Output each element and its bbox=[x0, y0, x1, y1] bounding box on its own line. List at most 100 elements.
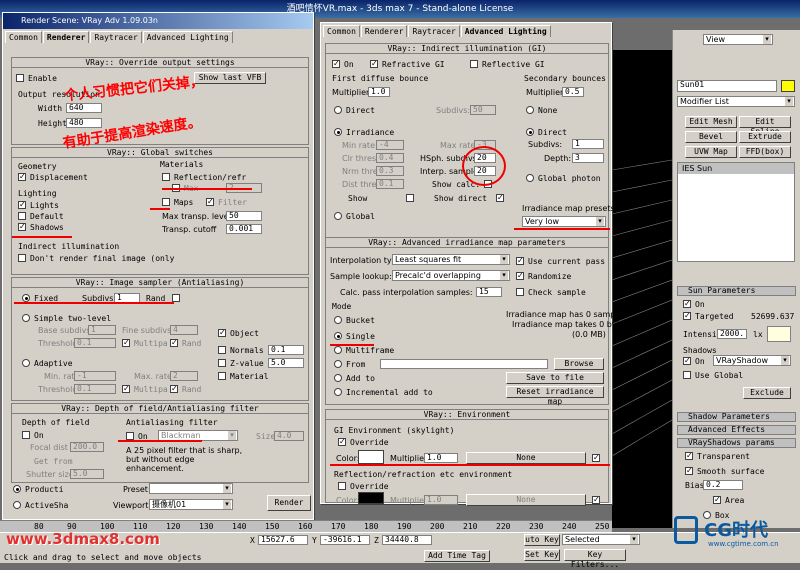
global-radio[interactable] bbox=[334, 212, 342, 220]
bevel-button[interactable]: Bevel bbox=[685, 131, 737, 143]
normals-field[interactable]: 0.1 bbox=[268, 345, 304, 355]
exclude-button[interactable]: Exclude bbox=[743, 387, 791, 399]
save-to-file-button[interactable]: Save to file bbox=[506, 372, 604, 384]
multiframe-radio[interactable] bbox=[334, 346, 342, 354]
gi-map-checkbox[interactable]: ✓ bbox=[592, 454, 600, 462]
direct2-radio[interactable] bbox=[526, 128, 534, 136]
dont-render-checkbox[interactable] bbox=[18, 254, 26, 262]
direct-subdivs-field[interactable]: 50 bbox=[470, 105, 496, 115]
threshold-field[interactable]: 0.1 bbox=[74, 338, 116, 348]
single-radio[interactable] bbox=[334, 332, 342, 340]
from-file-field[interactable] bbox=[380, 359, 548, 369]
auto-key-button[interactable]: uto Key bbox=[524, 534, 560, 546]
gi-multiplier-field[interactable]: 1.0 bbox=[424, 453, 458, 463]
show-checkbox[interactable] bbox=[406, 194, 414, 202]
irradiance-radio[interactable] bbox=[334, 128, 342, 136]
refl-multiplier-field[interactable]: 1.0 bbox=[424, 495, 458, 505]
depth-field[interactable]: 3 bbox=[572, 153, 604, 163]
selected-dropdown[interactable]: Selected bbox=[562, 534, 640, 545]
global-photon-radio[interactable] bbox=[526, 174, 534, 182]
gi-title[interactable]: VRay:: Indirect illumination (GI) bbox=[326, 44, 608, 54]
image-sampler-title[interactable]: VRay:: Image sampler (Antialiasing) bbox=[12, 278, 308, 288]
smooth-surface-checkbox[interactable]: ✓ bbox=[685, 467, 693, 475]
bias-field[interactable]: 0.2 bbox=[703, 480, 743, 490]
aa-size-field[interactable]: 4.0 bbox=[274, 431, 304, 441]
add-to-radio[interactable] bbox=[334, 374, 342, 382]
x-coord-field[interactable]: 15627.6 bbox=[258, 535, 308, 545]
preset-dropdown[interactable] bbox=[149, 483, 233, 494]
min-rate-field[interactable]: -1 bbox=[74, 371, 116, 381]
from-radio[interactable] bbox=[334, 360, 342, 368]
render-button[interactable]: Render bbox=[267, 495, 311, 511]
reflection-checkbox[interactable] bbox=[162, 173, 170, 181]
multiplier2-field[interactable]: 0.5 bbox=[562, 87, 584, 97]
modifier-stack[interactable]: IES Sun bbox=[677, 162, 795, 262]
displacement-checkbox[interactable]: ✓ bbox=[18, 173, 26, 181]
enable-checkbox[interactable] bbox=[16, 74, 24, 82]
y-coord-field[interactable]: -39616.1 bbox=[320, 535, 370, 545]
zvalue-field[interactable]: 5.0 bbox=[268, 358, 304, 368]
multiplier1-field[interactable]: 1.0 bbox=[368, 87, 390, 97]
multipass2-checkbox[interactable]: ✓ bbox=[122, 385, 130, 393]
add-time-tag-button[interactable]: Add Time Tag bbox=[424, 550, 490, 562]
fixed-radio[interactable] bbox=[22, 294, 30, 302]
uvw-map-button[interactable]: UVW Map bbox=[685, 146, 737, 158]
modifier-list-dropdown[interactable]: Modifier List bbox=[677, 96, 795, 107]
dof-title[interactable]: VRay:: Depth of field/Antialiasing filte… bbox=[12, 404, 308, 414]
refl-override-checkbox[interactable] bbox=[338, 482, 346, 490]
filter-checkbox[interactable]: ✓ bbox=[206, 198, 214, 206]
global-switches-title[interactable]: VRay:: Global switches bbox=[12, 148, 308, 158]
lights-checkbox[interactable]: ✓ bbox=[18, 201, 26, 209]
tab-renderer[interactable]: Renderer bbox=[42, 31, 90, 43]
object-color-swatch[interactable] bbox=[781, 80, 795, 92]
gi-tab-raytracer[interactable]: Raytracer bbox=[408, 25, 460, 37]
material-checkbox[interactable] bbox=[218, 372, 226, 380]
gi-override-checkbox[interactable]: ✓ bbox=[338, 438, 346, 446]
browse-button[interactable]: Browse bbox=[554, 358, 604, 370]
reset-irradiance-button[interactable]: Reset irradiance map bbox=[506, 386, 604, 406]
check-sample-checkbox[interactable] bbox=[516, 288, 524, 296]
gi-tab-common[interactable]: Common bbox=[323, 25, 360, 37]
simple-two-level-radio[interactable] bbox=[22, 314, 30, 322]
threshold2-field[interactable]: 0.1 bbox=[74, 384, 116, 394]
show-last-vfb-button[interactable]: Show last VFB bbox=[194, 72, 266, 84]
gi-tab-renderer[interactable]: Renderer bbox=[360, 25, 408, 37]
clr-thresh-field[interactable]: 0.4 bbox=[376, 153, 404, 163]
view-dropdown[interactable]: View bbox=[703, 34, 773, 45]
transparent-checkbox[interactable]: ✓ bbox=[685, 452, 693, 460]
shadow-parameters-rollout[interactable]: Shadow Parameters bbox=[677, 412, 796, 422]
advanced-effects-rollout[interactable]: Advanced Effects bbox=[677, 425, 796, 435]
show-direct-checkbox[interactable]: ✓ bbox=[496, 194, 504, 202]
zvalue-checkbox[interactable] bbox=[218, 359, 226, 367]
shadows-checkbox[interactable]: ✓ bbox=[18, 223, 26, 231]
none-radio[interactable] bbox=[526, 106, 534, 114]
extrude-button[interactable]: Extrude bbox=[739, 131, 791, 143]
dist-thresh-field[interactable]: 0.1 bbox=[376, 179, 404, 189]
sun-color-swatch[interactable] bbox=[767, 326, 791, 342]
rand2-checkbox[interactable]: ✓ bbox=[170, 339, 178, 347]
object-checkbox[interactable]: ✓ bbox=[218, 329, 226, 337]
use-global-checkbox[interactable] bbox=[683, 371, 691, 379]
normals-checkbox[interactable] bbox=[218, 346, 226, 354]
override-title[interactable]: VRay:: Override output settings bbox=[12, 58, 308, 68]
maps-checkbox[interactable] bbox=[162, 198, 170, 206]
production-radio[interactable] bbox=[13, 485, 21, 493]
targeted-checkbox[interactable]: ✓ bbox=[683, 312, 691, 320]
calc-pass-field[interactable]: 15 bbox=[476, 287, 502, 297]
focal-dist-field[interactable]: 200.0 bbox=[70, 442, 104, 452]
irr-presets-dropdown[interactable]: Very low bbox=[522, 216, 606, 227]
intensity-field[interactable]: 2000. bbox=[717, 329, 747, 339]
reflective-gi-checkbox[interactable] bbox=[470, 60, 478, 68]
sun-parameters-rollout[interactable]: Sun Parameters bbox=[677, 286, 796, 296]
edit-spline-button[interactable]: Edit Spline bbox=[739, 116, 791, 136]
vrayshadows-params-rollout[interactable]: VRayShadows params bbox=[677, 438, 796, 448]
max-rate-field[interactable]: 2 bbox=[170, 371, 198, 381]
use-current-pass-checkbox[interactable]: ✓ bbox=[516, 257, 524, 265]
direct-radio[interactable] bbox=[334, 106, 342, 114]
gi-min-rate-field[interactable]: -4 bbox=[376, 140, 404, 150]
tab-common[interactable]: Common bbox=[5, 31, 42, 43]
refl-color-swatch[interactable] bbox=[358, 492, 384, 504]
max-transp-field[interactable]: 50 bbox=[226, 211, 262, 221]
bucket-radio[interactable] bbox=[334, 316, 342, 324]
stack-item-ies-sun[interactable]: IES Sun bbox=[678, 163, 794, 174]
